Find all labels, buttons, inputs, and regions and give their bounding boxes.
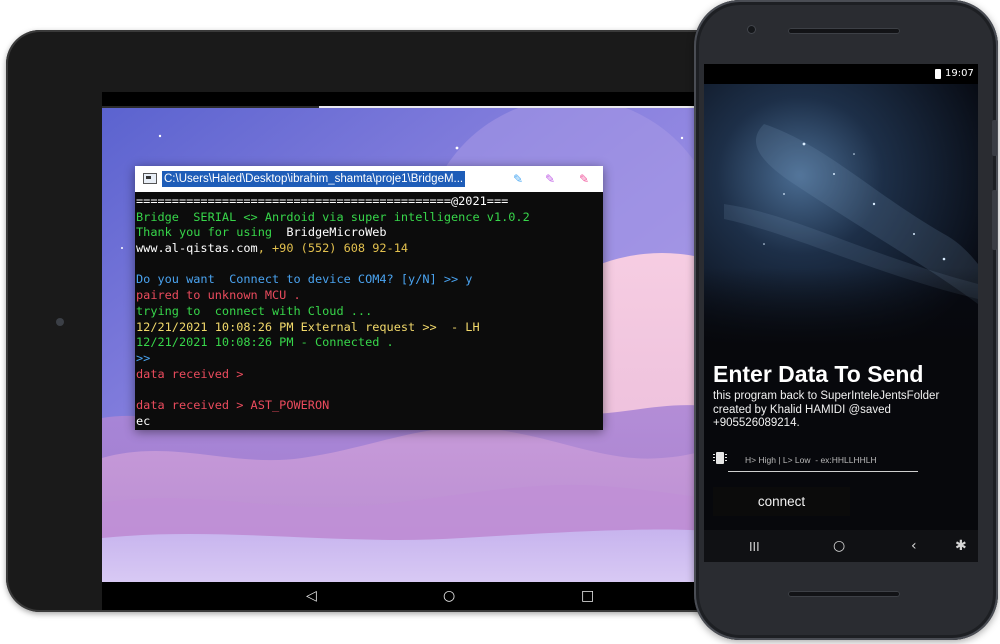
console-line-text: 12/21/2021 10:08:26 PM - Connected .	[136, 335, 394, 350]
console-line: 12/21/2021 10:08:26 PM External request …	[136, 320, 604, 336]
console-line-text: ec	[136, 413, 151, 428]
app-description: this program back to SuperInteleJentsFol…	[713, 390, 940, 429]
bottom-speaker	[788, 591, 900, 597]
console-line-text: >>	[136, 350, 151, 365]
console-line-text: ========================================…	[136, 194, 509, 208]
console-line: Thank you for using BridgeMicroWeb	[136, 225, 604, 241]
front-camera	[747, 25, 756, 34]
console-line: www.al-qistas.com, +90 (552) 608 92-14	[136, 241, 604, 257]
tablet-nav-bar: ◁ ○ □	[102, 582, 722, 610]
hero-image	[704, 84, 978, 346]
accessibility-icon[interactable]: ✱	[955, 537, 967, 555]
volume-button	[992, 120, 997, 156]
console-line-text: data received > AST_POWERON	[136, 397, 330, 412]
power-button	[992, 190, 997, 250]
tablet-screen: C:\Users\Haled\Desktop\ibrahim_shamta\pr…	[102, 92, 722, 610]
pen-blue-icon[interactable]: ✎	[513, 172, 523, 186]
phone-device: 19:07 Enter Data To Send this program ba…	[694, 0, 998, 640]
console-line-text: Do you want Connect to device COM4? [y/N…	[136, 272, 473, 287]
data-input[interactable]	[728, 448, 918, 472]
console-line-text: Thank you for using	[136, 225, 287, 240]
console-line: data received > AST_POWERON	[136, 398, 604, 414]
console-line: trying to connect with Cloud ...	[136, 304, 604, 320]
recents-bars-icon[interactable]: III	[749, 538, 760, 556]
console-line: data received >	[136, 367, 604, 383]
microchip-icon	[713, 452, 727, 464]
pen-purple-icon[interactable]: ✎	[545, 172, 555, 186]
page-title: Enter Data To Send	[713, 361, 924, 387]
console-line: ========================================…	[136, 194, 604, 210]
home-circle-icon[interactable]: ○	[833, 537, 845, 555]
phone-screen: 19:07 Enter Data To Send this program ba…	[704, 64, 978, 562]
console-line-text: paired to unknown MCU .	[136, 288, 301, 303]
tablet-device: C:\Users\Haled\Desktop\ibrahim_shamta\pr…	[6, 30, 766, 612]
console-line-text-secondary: , +90 (552) 608 92-14	[257, 241, 409, 256]
console-line: ec	[136, 414, 604, 430]
console-window[interactable]: C:\Users\Haled\Desktop\ibrahim_shamta\pr…	[135, 166, 603, 430]
phone-nav-bar: III ○ ‹ ✱	[704, 530, 978, 562]
console-line: Do you want Connect to device COM4? [y/N…	[136, 272, 604, 288]
home-circle-icon[interactable]: ○	[443, 587, 455, 605]
console-title: C:\Users\Haled\Desktop\ibrahim_shamta\pr…	[162, 171, 466, 187]
earpiece-speaker	[788, 28, 900, 34]
console-line: >>	[136, 351, 604, 367]
tablet-camera	[56, 318, 64, 326]
console-line: paired to unknown MCU .	[136, 288, 604, 304]
console-line-text: www.al-qistas.com	[136, 241, 258, 256]
console-line-text: data received >	[136, 366, 244, 381]
console-line-text: 12/21/2021 10:08:26 PM External request …	[136, 319, 480, 334]
connect-button[interactable]: connect	[713, 487, 850, 516]
wallpaper: C:\Users\Haled\Desktop\ibrahim_shamta\pr…	[102, 108, 722, 582]
phone-status-bar: 19:07	[704, 64, 978, 84]
console-line-text: trying to connect with Cloud ...	[136, 303, 373, 318]
recents-square-icon[interactable]: □	[581, 587, 594, 605]
hero-art	[704, 84, 978, 346]
console-line-text: Bridge SERIAL <> Anrdoid via super intel…	[136, 209, 530, 224]
console-titlebar[interactable]: C:\Users\Haled\Desktop\ibrahim_shamta\pr…	[135, 166, 603, 192]
pen-pink-icon[interactable]: ✎	[579, 172, 589, 186]
console-output: ========================================…	[135, 194, 604, 430]
back-chevron-icon[interactable]: ‹	[911, 537, 917, 555]
console-app-icon	[143, 173, 157, 184]
battery-icon	[935, 69, 941, 79]
console-line-text-secondary: BridgeMicroWeb	[286, 225, 387, 240]
console-line: 12/21/2021 10:08:26 PM - Connected .	[136, 335, 604, 351]
console-line: Bridge SERIAL <> Anrdoid via super intel…	[136, 210, 604, 226]
back-triangle-icon[interactable]: ◁	[306, 587, 317, 605]
status-time: 19:07	[945, 68, 974, 79]
